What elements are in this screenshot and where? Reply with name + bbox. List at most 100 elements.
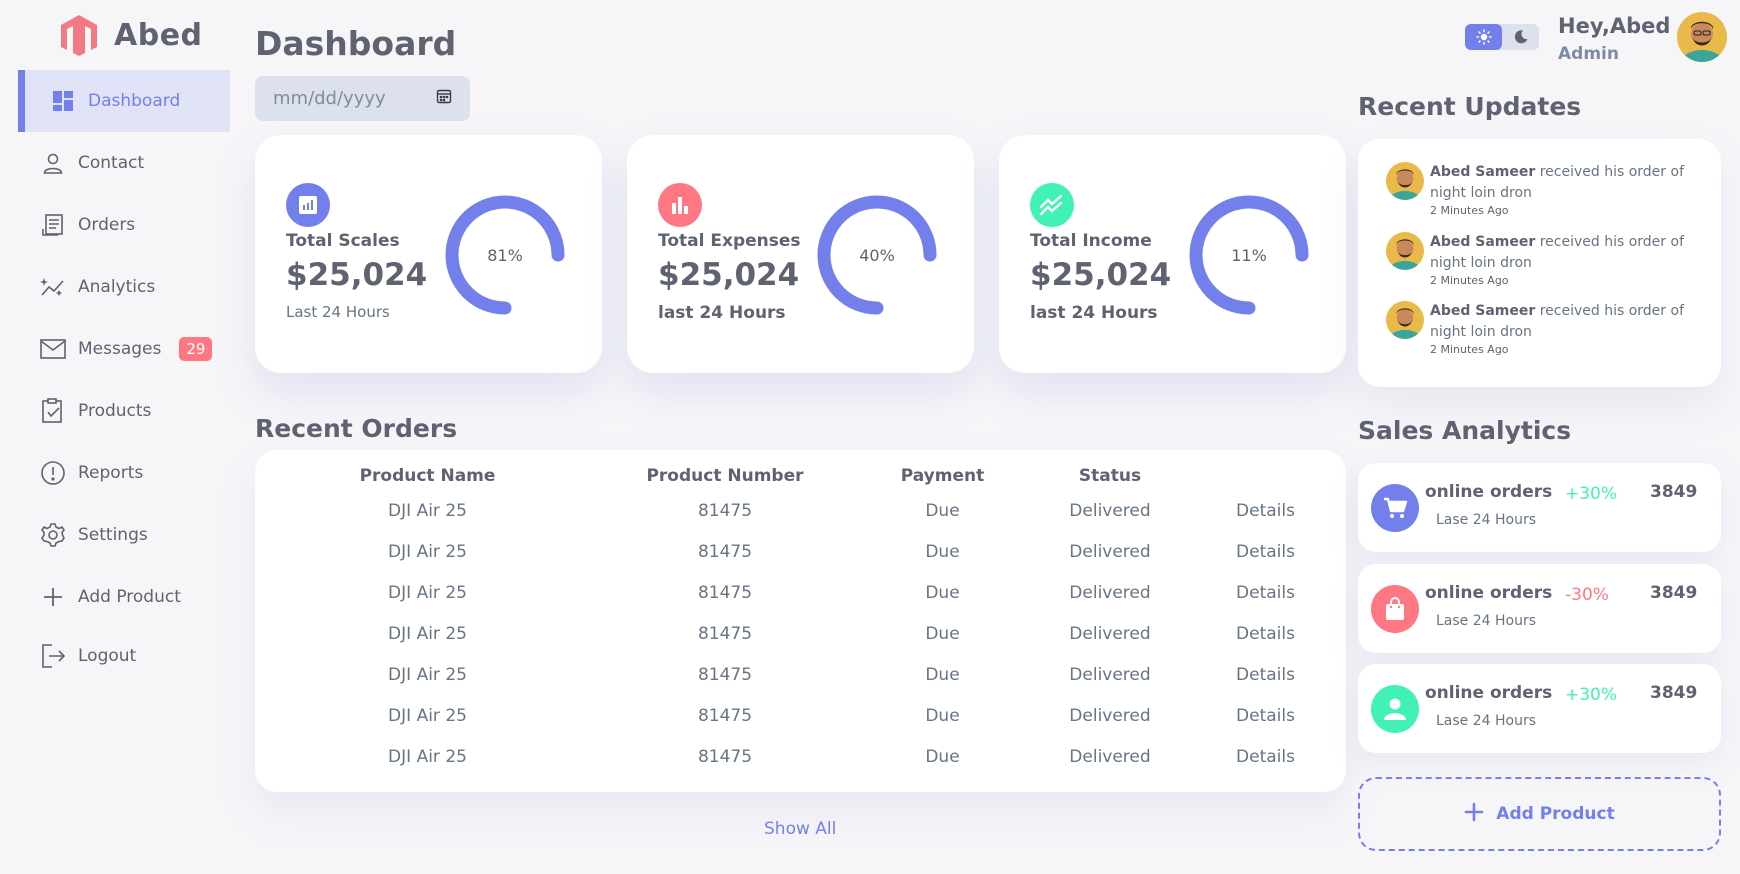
sidebar-item-products[interactable]: Products: [18, 380, 230, 442]
update-time: 2 Minutes Ago: [1430, 274, 1509, 287]
shopping-bag-icon: [1371, 585, 1419, 633]
sales-name: online orders: [1425, 683, 1553, 703]
payment-status: Due: [925, 623, 960, 644]
order-status: Delivered: [1069, 500, 1151, 521]
receipt-icon: [40, 212, 66, 238]
person-icon: [40, 150, 66, 176]
details-link[interactable]: Details: [1185, 736, 1346, 777]
progress-percent: 40%: [859, 245, 895, 265]
table-row: DJI Air 25 81475 Due Delivered Details: [255, 654, 1346, 695]
card-total-expenses[interactable]: Total Expenses $25,024 last 24 Hours 40%: [627, 135, 974, 373]
sidebar-item-contact[interactable]: Contact: [18, 132, 230, 194]
column-header: Payment: [900, 466, 985, 486]
date-placeholder: mm/dd/yyyy: [273, 88, 386, 109]
show-all-link[interactable]: Show All: [764, 819, 836, 839]
product-number: 81475: [697, 746, 753, 767]
update-item[interactable]: Abed Sameer received his order of night …: [1386, 232, 1700, 288]
column-header: [1185, 462, 1346, 490]
logout-icon: [40, 643, 66, 669]
messages-count-badge: 29: [179, 337, 213, 361]
card-total-sales[interactable]: Total Scales $25,024 Last 24 Hours 81%: [255, 135, 602, 373]
details-link[interactable]: Details: [1185, 572, 1346, 613]
sidebar-item-settings[interactable]: Settings: [18, 504, 230, 566]
sidebar-item-label: Reports: [78, 463, 144, 483]
sales-subtext: Lase 24 Hours: [1436, 512, 1537, 528]
payment-status: Due: [925, 664, 960, 685]
date-input[interactable]: mm/dd/yyyy: [255, 76, 470, 121]
sidebar-item-reports[interactable]: Reports: [18, 442, 230, 504]
logo[interactable]: Abed: [56, 12, 203, 58]
sun-icon[interactable]: [1465, 24, 1502, 50]
progress-percent: 81%: [487, 245, 523, 265]
sales-item-online-orders[interactable]: online orders Lase 24 Hours +30% 3849: [1358, 664, 1721, 753]
details-link[interactable]: Details: [1185, 531, 1346, 572]
avatar[interactable]: [1677, 12, 1727, 62]
table-row: DJI Air 25 81475 Due Delivered Details: [255, 695, 1346, 736]
brand-name: Abed: [114, 17, 203, 53]
sidebar-item-orders[interactable]: Orders: [18, 194, 230, 256]
product-number: 81475: [697, 705, 753, 726]
brand-logo-icon: [61, 15, 97, 56]
product-number: 81475: [697, 582, 753, 603]
moon-icon[interactable]: [1502, 24, 1539, 50]
card-subtext: last 24 Hours: [658, 303, 786, 323]
trend-icon: [1030, 183, 1074, 227]
details-link[interactable]: Details: [1185, 490, 1346, 531]
order-status: Delivered: [1069, 623, 1151, 644]
add-product-button[interactable]: Add Product: [1358, 777, 1721, 851]
sidebar-item-label: Messages: [78, 339, 162, 359]
page-title: Dashboard: [255, 24, 457, 63]
sidebar-item-add-product[interactable]: Add Product: [18, 566, 230, 628]
column-header: Product Number: [646, 466, 804, 486]
product-number: 81475: [697, 664, 753, 685]
details-link[interactable]: Details: [1185, 654, 1346, 695]
insights-icon: [40, 274, 66, 300]
bar-chart-icon: [286, 183, 330, 227]
table-row: DJI Air 25 81475 Due Delivered Details: [255, 490, 1346, 531]
sales-item-online-orders[interactable]: online orders Lase 24 Hours +30% 3849: [1358, 463, 1721, 552]
dashboard-icon: [50, 88, 76, 114]
card-total-income[interactable]: Total Income $25,024 last 24 Hours 11%: [999, 135, 1346, 373]
product-number: 81475: [697, 623, 753, 644]
greeting: Hey,Abed: [1558, 14, 1671, 38]
card-subtext: Last 24 Hours: [286, 303, 390, 321]
update-author: Abed Sameer: [1430, 234, 1536, 250]
sidebar-item-label: Add Product: [78, 587, 181, 607]
card-label: Total Income: [1030, 231, 1152, 251]
card-value: $25,024: [658, 257, 800, 293]
sidebar: Abed Dashboard Contact Orders Analytics: [0, 0, 232, 874]
sidebar-item-label: Logout: [78, 646, 137, 666]
order-status: Delivered: [1069, 541, 1151, 562]
recent-updates-panel: Abed Sameer received his order of night …: [1358, 139, 1721, 387]
table-row: DJI Air 25 81475 Due Delivered Details: [255, 572, 1346, 613]
sidebar-item-logout[interactable]: Logout: [18, 628, 230, 684]
avatar: [1386, 301, 1424, 339]
column-header: Status: [1078, 466, 1142, 486]
update-item[interactable]: Abed Sameer received his order of night …: [1386, 162, 1700, 218]
cart-icon: [1371, 484, 1419, 532]
sidebar-item-messages[interactable]: Messages 29: [18, 318, 230, 380]
theme-toggle[interactable]: [1465, 24, 1539, 50]
product-name: DJI Air 25: [388, 746, 467, 767]
card-subtext: last 24 Hours: [1030, 303, 1158, 323]
update-time: 2 Minutes Ago: [1430, 343, 1509, 356]
table-row: DJI Air 25 81475 Due Delivered Details: [255, 613, 1346, 654]
details-link[interactable]: Details: [1185, 613, 1346, 654]
update-author: Abed Sameer: [1430, 303, 1536, 319]
user-role: Admin: [1558, 44, 1619, 64]
table-row: DJI Air 25 81475 Due Delivered Details: [255, 736, 1346, 777]
update-message: Abed Sameer received his order of night …: [1430, 232, 1700, 274]
product-number: 81475: [697, 500, 753, 521]
sales-item-online-orders[interactable]: online orders Lase 24 Hours -30% 3849: [1358, 564, 1721, 653]
update-time: 2 Minutes Ago: [1430, 204, 1509, 217]
column-header: Product Name: [359, 466, 496, 486]
recent-orders-table: Product Name Product Number Payment Stat…: [255, 450, 1346, 792]
table-row: DJI Air 25 81475 Due Delivered Details: [255, 531, 1346, 572]
sales-value: 3849: [1650, 683, 1698, 703]
sales-percent: +30%: [1565, 685, 1618, 705]
sidebar-item-dashboard[interactable]: Dashboard: [18, 70, 230, 132]
details-link[interactable]: Details: [1185, 695, 1346, 736]
sidebar-item-analytics[interactable]: Analytics: [18, 256, 230, 318]
update-item[interactable]: Abed Sameer received his order of night …: [1386, 301, 1700, 357]
calendar-icon[interactable]: [436, 88, 452, 109]
